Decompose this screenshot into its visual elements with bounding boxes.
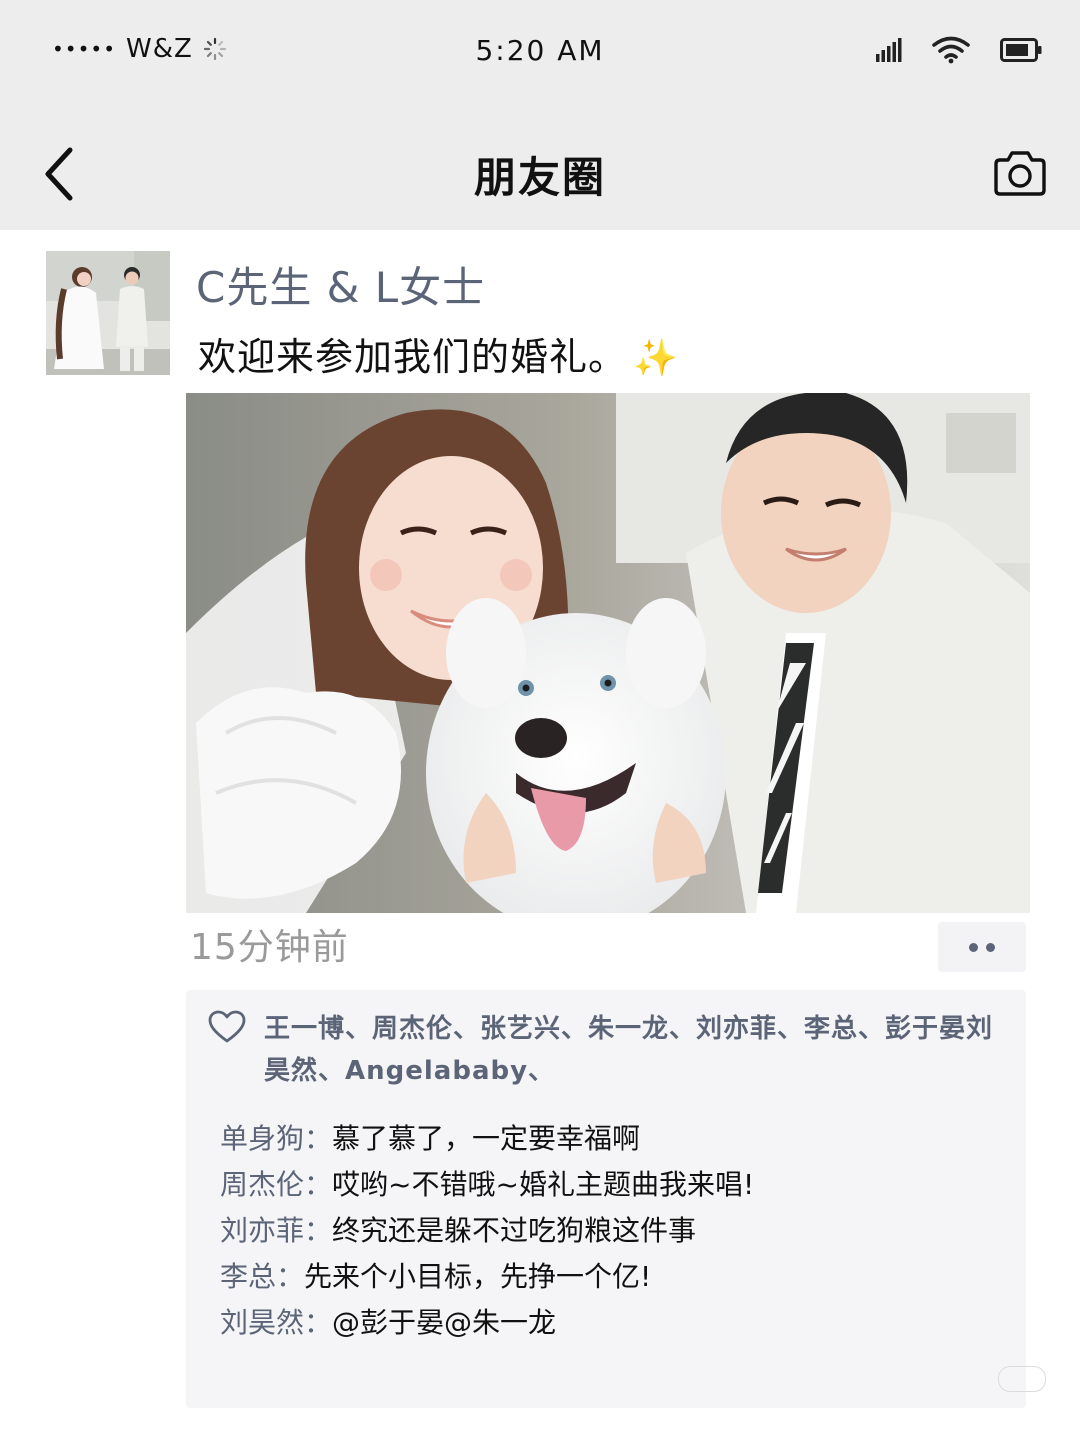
comment-item[interactable]: 单身狗：慕了慕了，一定要幸福啊	[220, 1116, 1010, 1162]
comment-text: 先来个小目标，先挣一个亿!	[304, 1260, 652, 1293]
comment-item[interactable]: 刘昊然：@彭于晏@朱一龙	[220, 1300, 1010, 1346]
comment-author[interactable]: 周杰伦	[220, 1168, 304, 1201]
comment-separator: ：	[304, 1214, 333, 1247]
avatar[interactable]	[46, 251, 170, 375]
comment-author[interactable]: 刘昊然	[220, 1306, 304, 1339]
top-bar-background: ••••• W&Z 5:20 AM 朋友圈	[0, 0, 1080, 230]
more-options-button[interactable]	[938, 922, 1026, 972]
cellular-signal-icon	[876, 38, 902, 62]
comment-separator: ：	[304, 1306, 333, 1339]
comment-item[interactable]: 周杰伦：哎哟~不错哦~婚礼主题曲我来唱!	[220, 1162, 1010, 1208]
comment-author[interactable]: 李总	[220, 1260, 276, 1293]
comment-separator: ：	[304, 1122, 333, 1155]
comment-item[interactable]: 李总：先来个小目标，先挣一个亿!	[220, 1254, 1010, 1300]
comment-author[interactable]: 单身狗	[220, 1122, 304, 1155]
avatar-image	[46, 251, 170, 375]
post-timestamp: 15分钟前	[190, 927, 349, 968]
more-dots-icon	[969, 942, 978, 952]
post-photo-image	[186, 393, 1030, 913]
comment-text: 哎哟~不错哦~婚礼主题曲我来唱!	[332, 1168, 755, 1201]
post-text: 欢迎来参加我们的婚礼。 ✨	[198, 326, 679, 381]
post-text-content: 欢迎来参加我们的婚礼。	[198, 335, 628, 379]
status-right	[876, 36, 1042, 64]
comment-text: @彭于晏@朱一龙	[332, 1306, 557, 1339]
comment-separator: ：	[276, 1260, 305, 1293]
comment-text: 慕了慕了，一定要幸福啊	[332, 1122, 641, 1155]
page-title: 朋友圈	[473, 153, 606, 202]
comment-text: 终究还是躲不过吃狗粮这件事	[332, 1214, 697, 1247]
likers-list[interactable]: 王一博、周杰伦、张艺兴、朱一龙、刘亦菲、李总、彭于晏刘昊然、Angelababy…	[264, 1008, 1004, 1092]
comment-author[interactable]: 刘亦菲	[220, 1214, 304, 1247]
post-author-name[interactable]: C先生 & L女士	[196, 254, 485, 315]
comment-item[interactable]: 刘亦菲：终究还是躲不过吃狗粮这件事	[220, 1208, 1010, 1254]
status-bar: ••••• W&Z 5:20 AM	[0, 0, 1080, 108]
comments-list: 单身狗：慕了慕了，一定要幸福啊 周杰伦：哎哟~不错哦~婚礼主题曲我来唱! 刘亦菲…	[220, 1116, 1010, 1346]
wifi-icon	[932, 36, 970, 64]
heart-icon	[208, 1010, 246, 1043]
watermark-badge	[998, 1366, 1046, 1392]
comment-separator: ：	[304, 1168, 333, 1201]
navigation-bar: 朋友圈	[0, 108, 1080, 230]
battery-icon	[1000, 38, 1042, 62]
post-photo[interactable]	[186, 393, 1030, 913]
sparkles-emoji: ✨	[633, 338, 679, 379]
likes-comments-panel: 王一博、周杰伦、张艺兴、朱一龙、刘亦菲、李总、彭于晏刘昊然、Angelababy…	[186, 990, 1026, 1408]
more-dots-icon	[986, 942, 995, 952]
camera-icon[interactable]	[992, 148, 1048, 198]
